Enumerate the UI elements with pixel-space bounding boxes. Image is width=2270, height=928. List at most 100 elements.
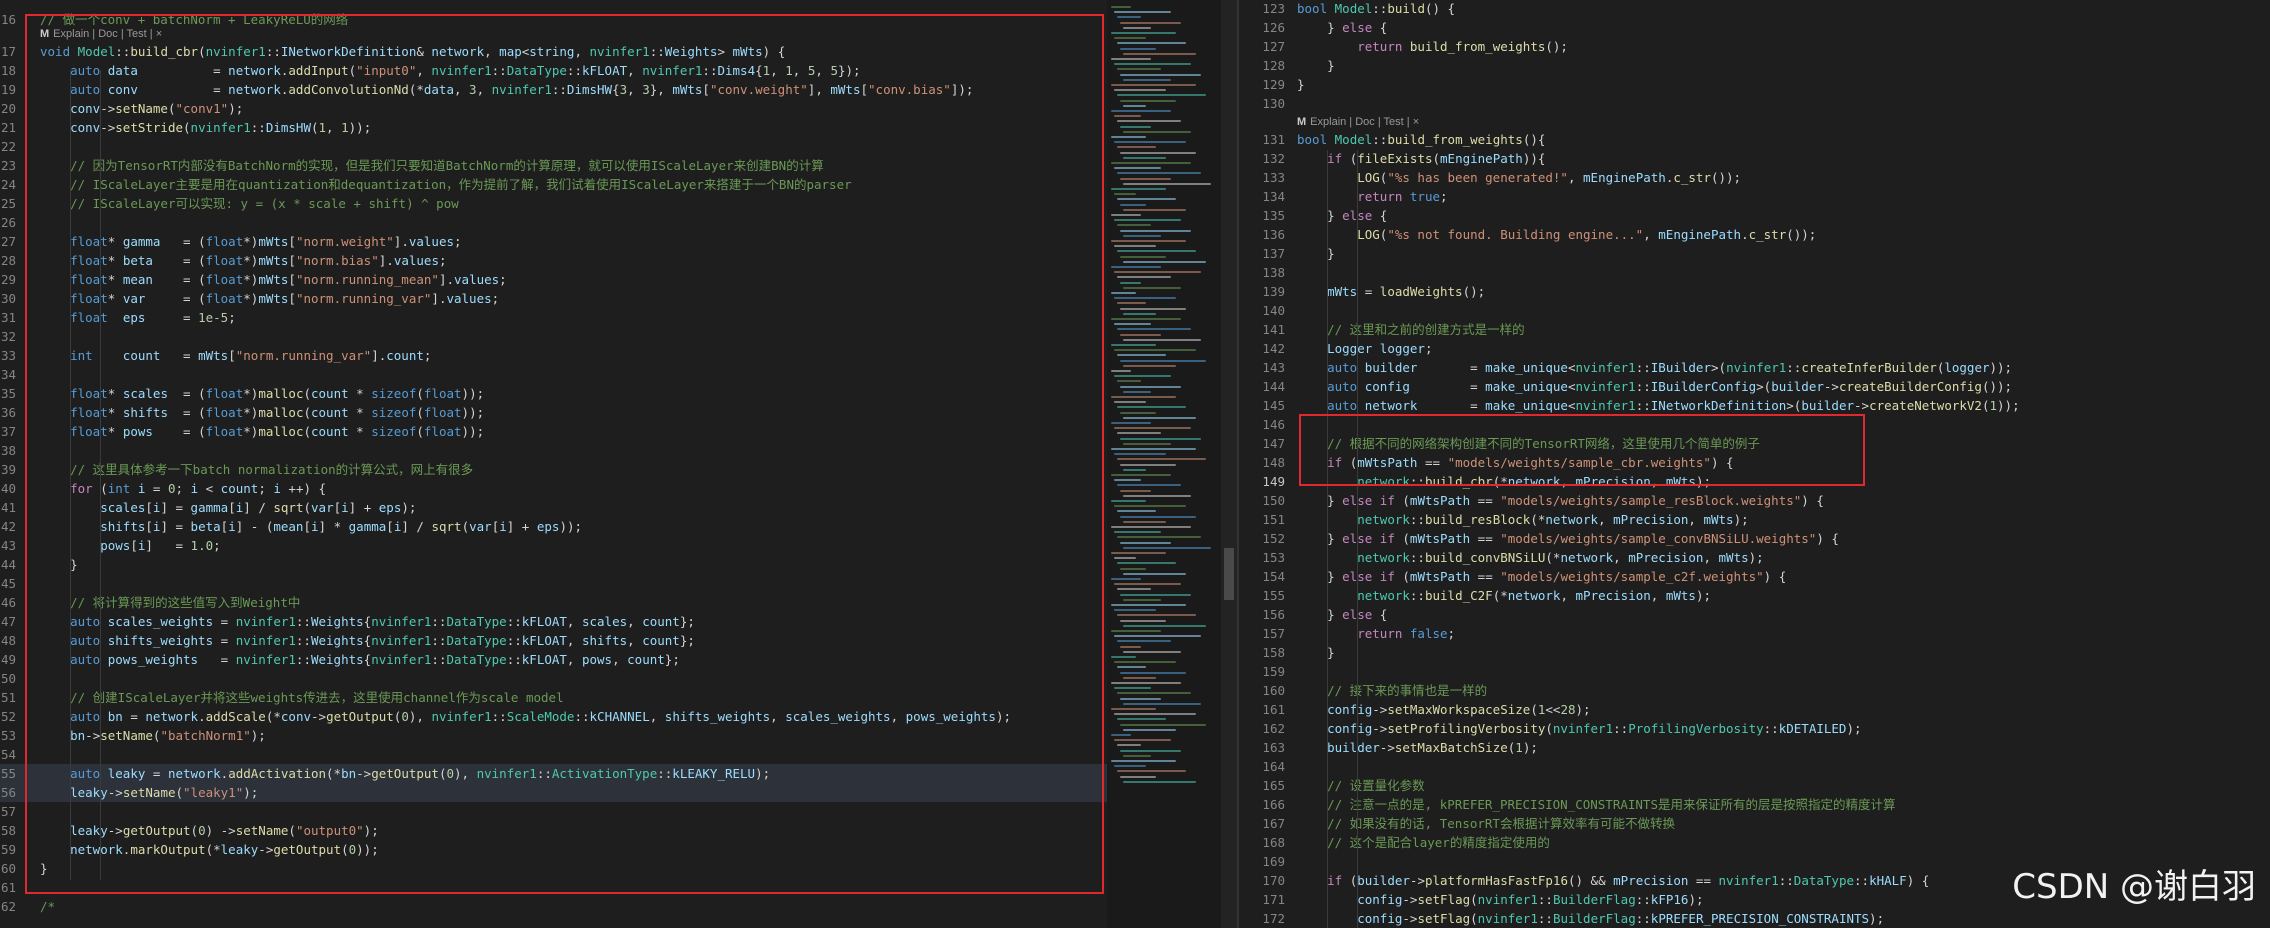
code-line[interactable]: 36 float* shifts = (float*)malloc(count … [0, 403, 1107, 422]
code-line[interactable]: 41 scales[i] = gamma[i] / sqrt(var[i] + … [0, 498, 1107, 517]
code-line[interactable]: 50 [0, 669, 1107, 688]
code-line[interactable]: 138 [1239, 263, 2270, 282]
code-line[interactable]: 30 float* var = (float*)mWts["norm.runni… [0, 289, 1107, 308]
code-line[interactable]: 150 } else if (mWtsPath == "models/weigh… [1239, 491, 2270, 510]
code-line[interactable]: 137 } [1239, 244, 2270, 263]
code-line[interactable]: 54 [0, 745, 1107, 764]
code-line[interactable]: 59 network.markOutput(*leaky->getOutput(… [0, 840, 1107, 859]
code-line[interactable]: 45 [0, 574, 1107, 593]
code-line[interactable]: 139 mWts = loadWeights(); [1239, 282, 2270, 301]
code-line[interactable]: 19 auto conv = network.addConvolutionNd(… [0, 80, 1107, 99]
code-line[interactable]: 43 pows[i] = 1.0; [0, 536, 1107, 555]
code-line[interactable]: 130 [1239, 94, 2270, 113]
code-line[interactable]: 23 // 因为TensorRT内部没有BatchNorm的实现，但是我们只要知… [0, 156, 1107, 175]
code-line[interactable]: 131 bool Model::build_from_weights(){ [1239, 130, 2270, 149]
code-line[interactable]: 144 auto config = make_unique<nvinfer1::… [1239, 377, 2270, 396]
code-line[interactable]: 61 [0, 878, 1107, 897]
code-line[interactable]: 57 [0, 802, 1107, 821]
code-line[interactable]: 143 auto builder = make_unique<nvinfer1:… [1239, 358, 2270, 377]
code-line[interactable]: 162 config->setProfilingVerbosity(nvinfe… [1239, 719, 2270, 738]
code-line[interactable]: 52 auto bn = network.addScale(*conv->get… [0, 707, 1107, 726]
code-line[interactable]: 151 network::build_resBlock(*network, mP… [1239, 510, 2270, 529]
code-line[interactable]: 20 conv->setName("conv1"); [0, 99, 1107, 118]
codelens-actions[interactable]: M Explain | Doc | Test | × [1297, 115, 1419, 130]
code-line[interactable]: 133 LOG("%s has been generated!", mEngin… [1239, 168, 2270, 187]
code-line[interactable]: 157 return false; [1239, 624, 2270, 643]
code-line[interactable]: 49 auto pows_weights = nvinfer1::Weights… [0, 650, 1107, 669]
code-line[interactable]: 126 } else { [1239, 18, 2270, 37]
code-line[interactable]: 31 float eps = 1e-5; [0, 308, 1107, 327]
code-line[interactable]: 51 // 创建IScaleLayer并将这些weights传进去，这里使用ch… [0, 688, 1107, 707]
code-line[interactable]: 135 } else { [1239, 206, 2270, 225]
code-line[interactable]: 172 config->setFlag(nvinfer1::BuilderFla… [1239, 909, 2270, 928]
code-line[interactable]: 154 } else if (mWtsPath == "models/weigh… [1239, 567, 2270, 586]
code-line[interactable]: 160 // 接下来的事情也是一样的 [1239, 681, 2270, 700]
code-line[interactable]: 26 [0, 213, 1107, 232]
code-line[interactable]: 168 // 这个是配合layer的精度指定使用的 [1239, 833, 2270, 852]
code-line[interactable]: 42 shifts[i] = beta[i] - (mean[i] * gamm… [0, 517, 1107, 536]
code-line[interactable]: 46 // 将计算得到的这些值写入到Weight中 [0, 593, 1107, 612]
code-line[interactable]: 27 float* gamma = (float*)mWts["norm.wei… [0, 232, 1107, 251]
code-line[interactable]: 163 builder->setMaxBatchSize(1); [1239, 738, 2270, 757]
code-line[interactable]: 37 float* pows = (float*)malloc(count * … [0, 422, 1107, 441]
code-line[interactable]: 123 bool Model::build() { [1239, 0, 2270, 18]
scrollbar-thumb[interactable] [1224, 548, 1234, 600]
code-line[interactable]: 146 [1239, 415, 2270, 434]
code-line[interactable]: 148 if (mWtsPath == "models/weights/samp… [1239, 453, 2270, 472]
code-line[interactable]: 164 [1239, 757, 2270, 776]
code-line[interactable]: 149 network::build_cbr(*network, mPrecis… [1239, 472, 2270, 491]
code-line[interactable]: 128 } [1239, 56, 2270, 75]
code-line[interactable]: 16// 做一个conv + batchNorm + LeakyReLU的网络 [0, 10, 1107, 29]
code-line[interactable]: 24 // IScaleLayer主要是用在quantization和dequa… [0, 175, 1107, 194]
code-line[interactable]: 22 [0, 137, 1107, 156]
code-line[interactable]: 34 [0, 365, 1107, 384]
code-line[interactable]: 32 [0, 327, 1107, 346]
code-line[interactable]: 127 return build_from_weights(); [1239, 37, 2270, 56]
codelens-actions[interactable]: M Explain | Doc | Test | × [40, 27, 162, 42]
code-line[interactable]: 29 float* mean = (float*)mWts["norm.runn… [0, 270, 1107, 289]
code-line[interactable]: 156 } else { [1239, 605, 2270, 624]
code-line[interactable]: 40 for (int i = 0; i < count; i ++) { [0, 479, 1107, 498]
code-line[interactable]: 56 leaky->setName("leaky1"); [0, 783, 1107, 802]
code-line[interactable]: 136 LOG("%s not found. Building engine..… [1239, 225, 2270, 244]
code-line[interactable]: 161 config->setMaxWorkspaceSize(1<<28); [1239, 700, 2270, 719]
code-line[interactable]: 47 auto scales_weights = nvinfer1::Weigh… [0, 612, 1107, 631]
left-editor[interactable]: 16// 做一个conv + batchNorm + LeakyReLU的网络 M… [0, 0, 1107, 928]
code-line[interactable]: 38 [0, 441, 1107, 460]
code-line[interactable]: 159 [1239, 662, 2270, 681]
codelens-label[interactable]: Explain | Doc | Test | × [1310, 116, 1419, 128]
code-line[interactable]: 129} [1239, 75, 2270, 94]
code-line[interactable]: 21 conv->setStride(nvinfer1::DimsHW(1, 1… [0, 118, 1107, 137]
code-line[interactable]: 140 [1239, 301, 2270, 320]
left-scrollbar[interactable] [1221, 0, 1237, 928]
code-line[interactable]: 39 // 这里具体参考一下batch normalization的计算公式，网… [0, 460, 1107, 479]
code-line[interactable]: 53 bn->setName("batchNorm1"); [0, 726, 1107, 745]
codelens-label[interactable]: Explain | Doc | Test | × [53, 28, 162, 40]
code-line[interactable]: 58 leaky->getOutput(0) ->setName("output… [0, 821, 1107, 840]
code-line[interactable]: 158 } [1239, 643, 2270, 662]
code-line[interactable]: 17 void Model::build_cbr(nvinfer1::INetwo… [0, 42, 1107, 61]
code-line[interactable]: 147 // 根据不同的网络架构创建不同的TensorRT网络，这里使用几个简单… [1239, 434, 2270, 453]
code-line[interactable]: 134 return true; [1239, 187, 2270, 206]
code-line[interactable]: 48 auto shifts_weights = nvinfer1::Weigh… [0, 631, 1107, 650]
code-line[interactable]: 166 // 注意一点的是, kPREFER_PRECISION_CONSTRA… [1239, 795, 2270, 814]
code-line[interactable]: 18 auto data = network.addInput("input0"… [0, 61, 1107, 80]
code-line[interactable]: 141 // 这里和之前的创建方式是一样的 [1239, 320, 2270, 339]
code-line[interactable]: 33 int count = mWts["norm.running_var"].… [0, 346, 1107, 365]
code-line[interactable]: 25 // IScaleLayer可以实现: y = (x * scale + … [0, 194, 1107, 213]
code-line[interactable]: 35 float* scales = (float*)malloc(count … [0, 384, 1107, 403]
code-line[interactable]: 152 } else if (mWtsPath == "models/weigh… [1239, 529, 2270, 548]
code-line[interactable]: 28 float* beta = (float*)mWts["norm.bias… [0, 251, 1107, 270]
code-line[interactable]: 62 /* [0, 897, 1107, 916]
code-line[interactable]: 167 // 如果没有的话, TensorRT会根据计算效率有可能不做转换 [1239, 814, 2270, 833]
code-line[interactable]: 44 } [0, 555, 1107, 574]
code-line[interactable]: 55 auto leaky = network.addActivation(*b… [0, 764, 1107, 783]
code-line[interactable]: 60} [0, 859, 1107, 878]
code-line[interactable]: 165 // 设置量化参数 [1239, 776, 2270, 795]
code-line[interactable]: 153 network::build_convBNSiLU(*network, … [1239, 548, 2270, 567]
code-line[interactable]: 155 network::build_C2F(*network, mPrecis… [1239, 586, 2270, 605]
code-line[interactable]: 145 auto network = make_unique<nvinfer1:… [1239, 396, 2270, 415]
code-line[interactable]: 142 Logger logger; [1239, 339, 2270, 358]
right-editor[interactable]: 123 bool Model::build() {126 } else {127 … [1239, 0, 2270, 928]
code-line[interactable]: 132 if (fileExists(mEnginePath)){ [1239, 149, 2270, 168]
